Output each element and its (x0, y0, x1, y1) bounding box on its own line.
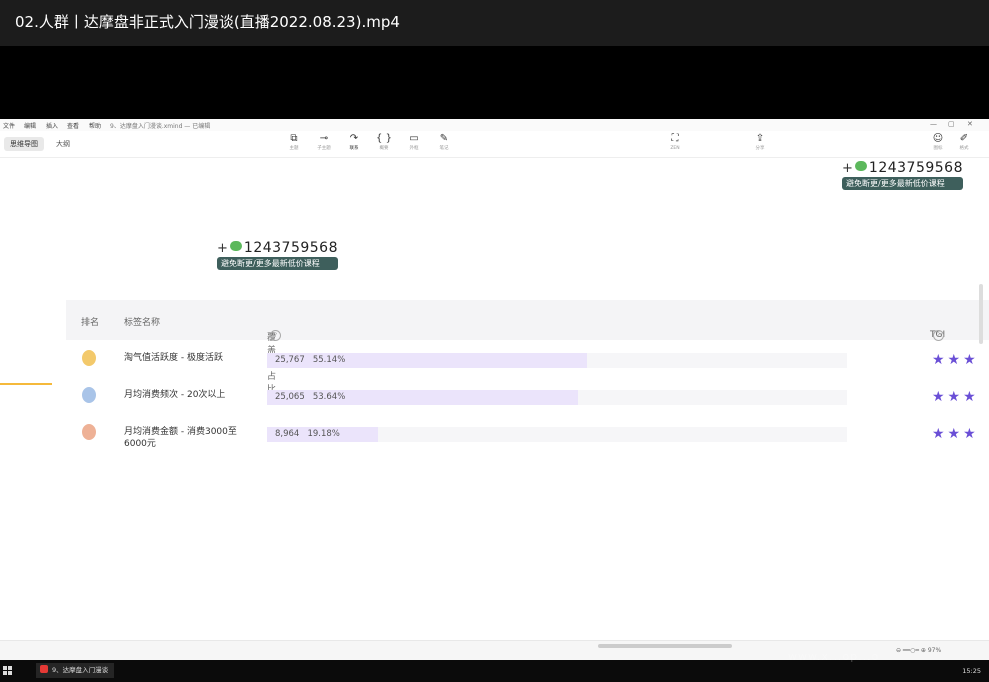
corner-watermark: www.x...op...o (788, 650, 968, 662)
silver-medal-icon (82, 387, 96, 403)
watermark-tag: 避免断更/更多最新低价课程 (217, 257, 338, 270)
coverage-percent: 55.14% (313, 355, 345, 365)
note-icon: ✎ (429, 133, 459, 145)
coverage-percent: 53.64% (313, 392, 345, 402)
share-button[interactable]: ⇪ 分享 (745, 133, 775, 152)
minimize-button[interactable]: — (930, 120, 937, 128)
subtopic-icon: ⊸ (309, 133, 339, 145)
header-rank: 排名 (81, 315, 99, 328)
tgi-stars: ★★★ (932, 426, 979, 442)
watermark-tag: 避免断更/更多最新低价课程 (842, 177, 963, 190)
tab-mindmap[interactable]: 思维导图 (4, 137, 44, 151)
table-row[interactable]: 月均消费频次 - 20次以上 25,065 53.64% ★★★ (66, 383, 989, 417)
coverage-percent: 19.18% (307, 429, 339, 439)
wechat-icon (855, 161, 867, 171)
menu-help[interactable]: 帮助 (89, 121, 101, 130)
menu-edit[interactable]: 编辑 (24, 121, 36, 130)
toolbar: 思维导图 大纲 ⧉ 主题 ⊸ 子主题 ↷ 联系 { } 概要 ▭ 外框 ✎ 笔记… (0, 131, 989, 158)
horizontal-scrollbar[interactable] (598, 644, 732, 648)
maximize-button[interactable]: ▢ (948, 120, 955, 128)
menu-view[interactable]: 查看 (67, 121, 79, 130)
taskbar-app-xmind[interactable]: 9、达摩盘入门漫谈 (36, 663, 114, 678)
help-icon[interactable]: ? (270, 330, 281, 341)
bronze-medal-icon (82, 424, 96, 440)
gold-medal-icon (82, 350, 96, 366)
relation-button[interactable]: ↷ 联系 (339, 133, 369, 152)
help-icon[interactable]: ? (933, 330, 944, 341)
menu-file[interactable]: 文件 (3, 121, 15, 130)
row-label: 淘气值活跃度 - 极度活跃 (124, 352, 249, 364)
xmind-app-icon (40, 665, 48, 673)
table-row[interactable]: 淘气值活跃度 - 极度活跃 25,767 55.14% ★★★ (66, 346, 989, 380)
windows-start-icon[interactable] (3, 666, 12, 675)
format-panel-button[interactable]: ✐ 格式 (949, 133, 979, 152)
tgi-stars: ★★★ (932, 352, 979, 368)
tab-outline[interactable]: 大纲 (50, 137, 76, 151)
topic-button[interactable]: ⧉ 主题 (279, 133, 309, 152)
contact-watermark-top: +1243759568 避免断更/更多最新低价课程 (842, 157, 963, 190)
note-button[interactable]: ✎ 笔记 (429, 133, 459, 152)
zen-button[interactable]: ⛶ ZEN (660, 133, 690, 152)
coverage-count: 25,767 (275, 355, 305, 365)
header-label-name: 标签名称 (124, 315, 160, 328)
relation-icon: ↷ (339, 133, 369, 145)
wechat-icon (230, 241, 242, 251)
summary-button[interactable]: { } 概要 (369, 133, 399, 152)
video-letterbox (0, 46, 989, 119)
topic-icon: ⧉ (279, 133, 309, 145)
screen-recording: 文件 编辑 插入 查看 帮助 9、达摩盘入门漫谈.xmind — 已编辑 — ▢… (0, 119, 989, 660)
taskbar-clock: 15:25 (962, 667, 981, 675)
share-icon: ⇪ (745, 133, 775, 145)
document-title: 9、达摩盘入门漫谈.xmind — 已编辑 (110, 121, 210, 130)
mindmap-connector-line (0, 383, 52, 385)
subtopic-button[interactable]: ⊸ 子主题 (309, 133, 339, 152)
table-row[interactable]: 月均消费金额 - 消费3000至6000元 8,964 19.18% ★★★ (66, 420, 989, 454)
coverage-bar: 25,767 55.14% (267, 353, 847, 368)
vertical-scrollbar[interactable] (979, 284, 983, 344)
coverage-count: 8,964 (275, 429, 299, 439)
boundary-button[interactable]: ▭ 外框 (399, 133, 429, 152)
coverage-bar: 25,065 53.64% (267, 390, 847, 405)
format-icon: ✐ (949, 133, 979, 145)
table-header: 排名 标签名称 覆盖数/占比? TGI? (66, 300, 989, 340)
tgi-stars: ★★★ (932, 389, 979, 405)
menu-insert[interactable]: 插入 (46, 121, 58, 130)
video-title: 02.人群丨达摩盘非正式入门漫谈(直播2022.08.23).mp4 (15, 11, 400, 32)
row-label: 月均消费金额 - 消费3000至6000元 (124, 426, 249, 450)
video-title-bar: 02.人群丨达摩盘非正式入门漫谈(直播2022.08.23).mp4 (0, 0, 989, 46)
windows-taskbar: 9、达摩盘入门漫谈 15:25 (0, 660, 989, 682)
row-label: 月均消费频次 - 20次以上 (124, 389, 249, 401)
coverage-count: 25,065 (275, 392, 305, 402)
close-button[interactable]: ✕ (967, 120, 973, 128)
contact-watermark-middle: +1243759568 避免断更/更多最新低价课程 (217, 237, 338, 270)
boundary-icon: ▭ (399, 133, 429, 145)
summary-icon: { } (369, 133, 399, 145)
fullscreen-icon: ⛶ (660, 133, 690, 145)
coverage-bar: 8,964 19.18% (267, 427, 847, 442)
menu-bar: 文件 编辑 插入 查看 帮助 9、达摩盘入门漫谈.xmind — 已编辑 — ▢… (0, 119, 989, 131)
